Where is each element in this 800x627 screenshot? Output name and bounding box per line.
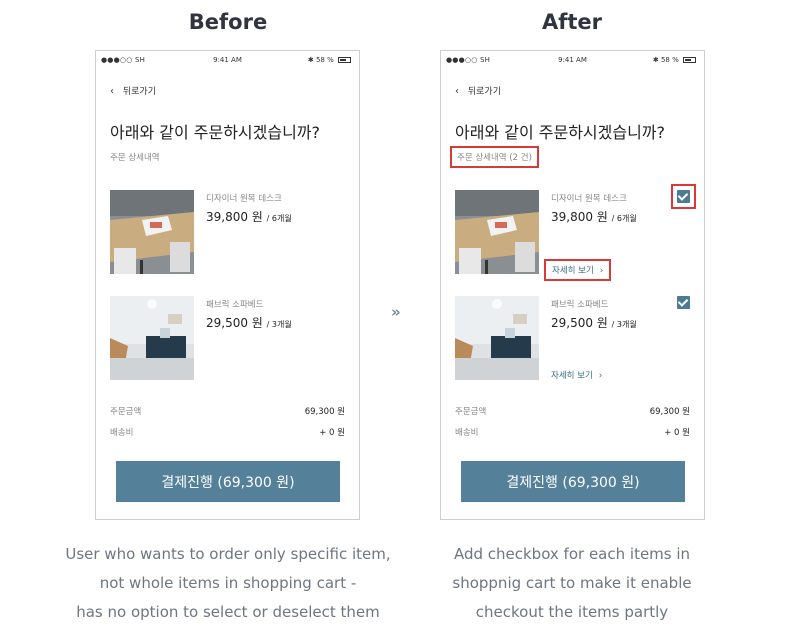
item-name: 디자이너 원목 데스크 <box>551 194 627 204</box>
order-amount-label: 주문금액 <box>455 407 487 417</box>
battery-icon <box>683 57 696 63</box>
after-phone-screen: ●●●○○ SH 9:41 AM ✱ 58 % ‹ 뒤로가기 아래와 같이 주문… <box>440 50 705 520</box>
desk-product-image[interactable] <box>110 190 194 274</box>
battery-indicator: ✱ 58 % <box>653 56 696 64</box>
sofa-product-image[interactable] <box>455 296 539 380</box>
shipping-fee-label: 배송비 <box>110 428 134 438</box>
desk-product-image[interactable] <box>455 190 539 274</box>
before-title: Before <box>188 10 268 34</box>
page-title: 아래와 같이 주문하시겠습니까? <box>455 123 666 142</box>
order-amount-value: 69,300 원 <box>304 407 345 417</box>
checkout-button[interactable]: 결제진행 (69,300 원) <box>461 461 685 502</box>
item-price: 39,800 원 / 6개월 <box>551 210 637 224</box>
shipping-fee-value: + 0 원 <box>664 428 690 438</box>
item-checkbox[interactable] <box>677 296 690 309</box>
battery-indicator: ✱ 58 % <box>308 56 351 64</box>
before-phone-screen: ●●●○○ SH 9:41 AM ✱ 58 % ‹ 뒤로가기 아래와 같이 주문… <box>95 50 360 520</box>
chevron-left-icon: ‹ <box>110 86 114 97</box>
chevron-left-icon: ‹ <box>455 86 459 97</box>
item-name: 디자이너 원목 데스크 <box>206 194 282 204</box>
transition-arrow-icon: » <box>391 303 401 321</box>
shipping-fee-value: + 0 원 <box>319 428 345 438</box>
sofa-product-image[interactable] <box>110 296 194 380</box>
back-button[interactable]: ‹ 뒤로가기 <box>455 84 501 97</box>
chevron-right-icon: › <box>598 371 603 381</box>
before-caption: User who wants to order only specific it… <box>65 545 391 621</box>
page-title: 아래와 같이 주문하시겠습니까? <box>110 123 321 142</box>
chevron-right-icon: › <box>599 266 604 276</box>
bluetooth-icon: ✱ <box>307 56 314 64</box>
item-checkbox[interactable] <box>677 190 690 203</box>
back-label: 뒤로가기 <box>122 87 156 97</box>
after-title: After <box>541 10 603 34</box>
item-name: 패브릭 소파베드 <box>551 300 609 310</box>
checkout-button[interactable]: 결제진행 (69,300 원) <box>116 461 340 502</box>
status-bar: ●●●○○ SH 9:41 AM ✱ 58 % <box>96 54 359 68</box>
item-price: 39,800 원 / 6개월 <box>206 210 292 224</box>
item-price: 29,500 원 / 3개월 <box>551 316 637 330</box>
order-amount-label: 주문금액 <box>110 407 142 417</box>
item-name: 패브릭 소파베드 <box>206 300 264 310</box>
battery-icon <box>338 57 351 63</box>
order-detail-subtitle: 주문 상세내역 (2 건) <box>450 146 539 168</box>
order-amount-value: 69,300 원 <box>649 407 690 417</box>
bluetooth-icon: ✱ <box>652 56 659 64</box>
back-label: 뒤로가기 <box>467 87 501 97</box>
view-details-link[interactable]: 자세히 보기 › <box>544 259 612 281</box>
order-detail-subtitle: 주문 상세내역 <box>110 153 160 163</box>
item-price: 29,500 원 / 3개월 <box>206 316 292 330</box>
after-caption: Add checkbox for each items in shoppnig … <box>452 545 692 621</box>
status-bar: ●●●○○ SH 9:41 AM ✱ 58 % <box>441 54 704 68</box>
view-details-link[interactable]: 자세히 보기 › <box>551 369 602 381</box>
shipping-fee-label: 배송비 <box>455 428 479 438</box>
back-button[interactable]: ‹ 뒤로가기 <box>110 84 156 97</box>
